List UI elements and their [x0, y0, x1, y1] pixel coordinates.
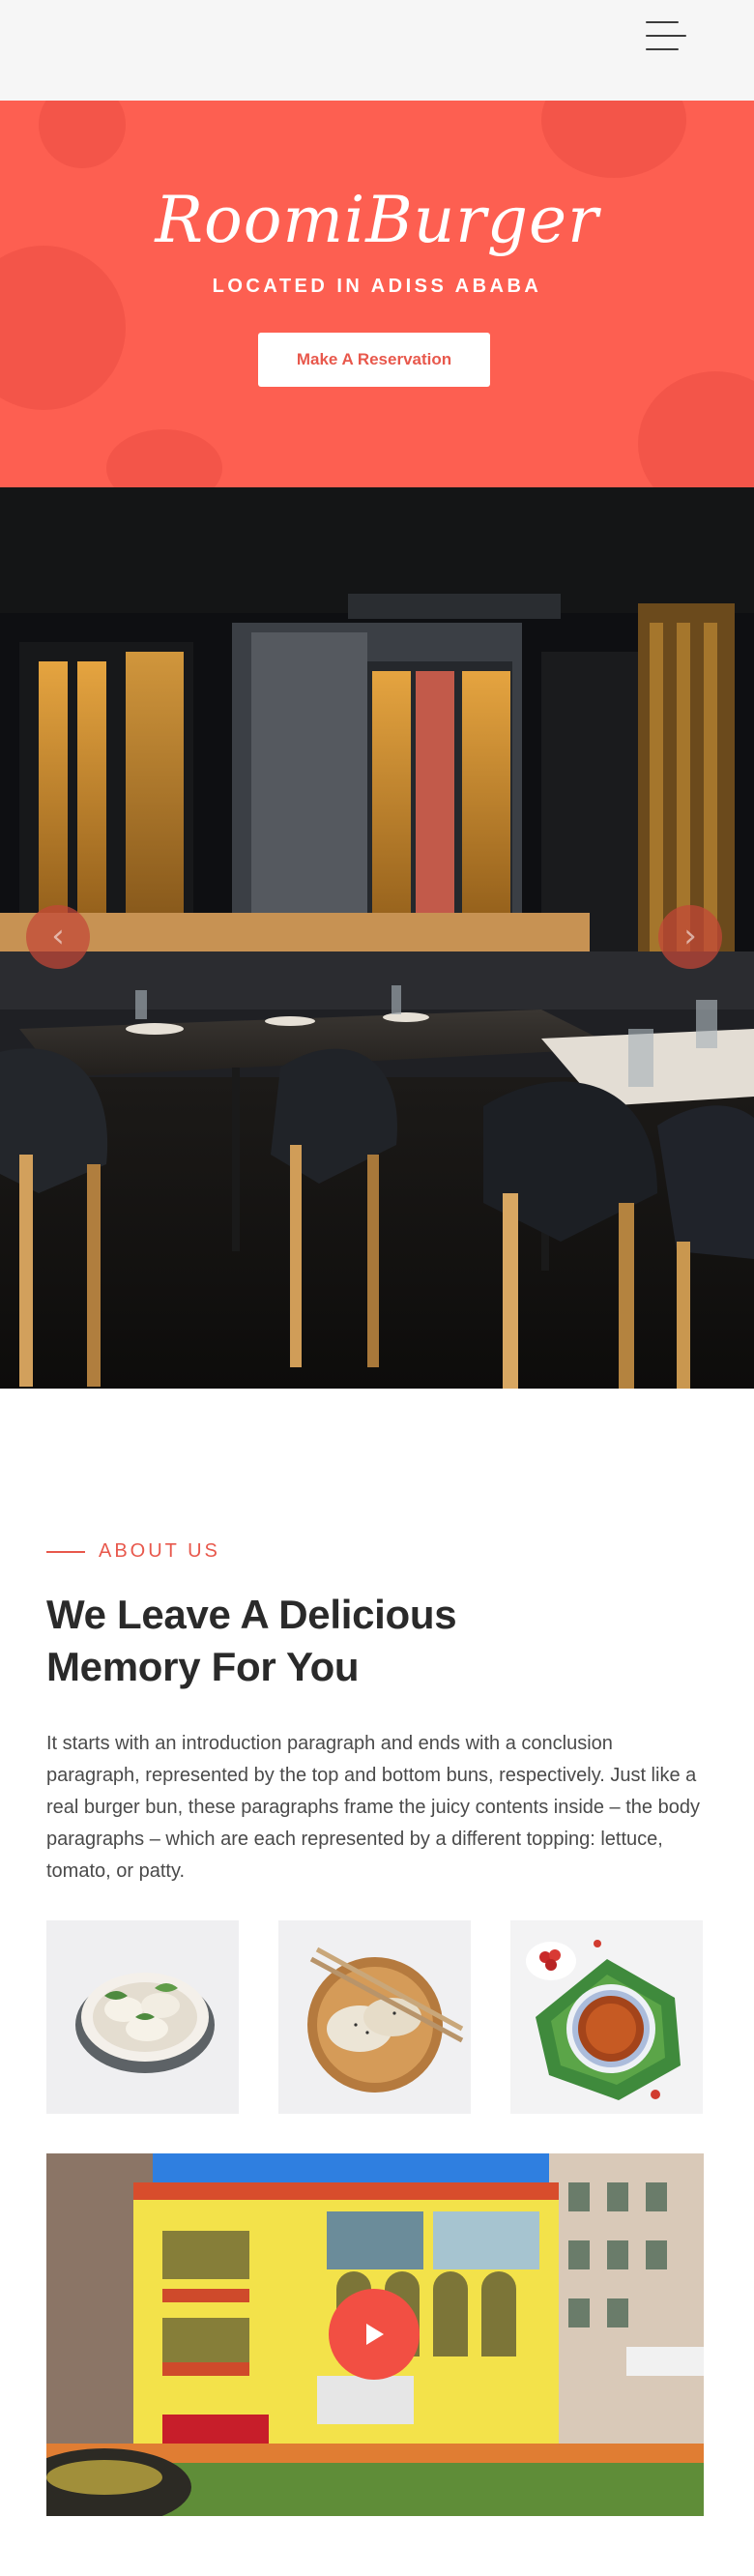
dumplings-plate-photo[interactable] [278, 1920, 471, 2114]
top-bar [0, 0, 754, 101]
slider-prev-button[interactable]: ‹ [26, 905, 90, 969]
restaurant-interior-photo [0, 487, 754, 1389]
brand-logo-text: RoomiBurger [155, 183, 599, 257]
restaurant-video[interactable] [46, 2153, 704, 2516]
menu-line [646, 35, 686, 37]
tea-cup-image [510, 1920, 703, 2114]
menu-line [646, 48, 679, 50]
hero-banner: RoomiBurger LOCATED IN ADISS ABABA Make … [0, 101, 754, 487]
location-tagline: LOCATED IN ADISS ABABA [212, 276, 542, 297]
decorative-tomato [0, 246, 126, 410]
decorative-leaf [106, 429, 222, 487]
menu-line [646, 21, 679, 23]
restaurant-image-slider[interactable]: ‹ › [0, 487, 754, 1389]
dumplings-bowl-photo[interactable] [46, 1920, 239, 2114]
about-eyebrow: ABOUT US [46, 1540, 220, 1563]
dumplings-bowl-image [46, 1920, 239, 2114]
decorative-herb [39, 101, 126, 168]
about-paragraph: It starts with an introduction paragraph… [46, 1733, 700, 1882]
hamburger-menu-icon[interactable] [646, 19, 690, 54]
eyebrow-rule [46, 1550, 85, 1553]
dumplings-plate-image [278, 1920, 471, 2114]
slider-next-button[interactable]: › [658, 905, 722, 969]
decorative-pepper [638, 371, 754, 487]
about-heading: We Leave A Delicious Memory For You [46, 1592, 457, 1689]
play-triangle [366, 2324, 384, 2345]
make-reservation-button[interactable]: Make A Reservation [258, 333, 490, 387]
about-eyebrow-label: ABOUT US [99, 1540, 220, 1562]
tea-cup-photo[interactable] [510, 1920, 703, 2114]
decorative-tomato [541, 101, 686, 178]
play-icon[interactable] [329, 2289, 420, 2380]
